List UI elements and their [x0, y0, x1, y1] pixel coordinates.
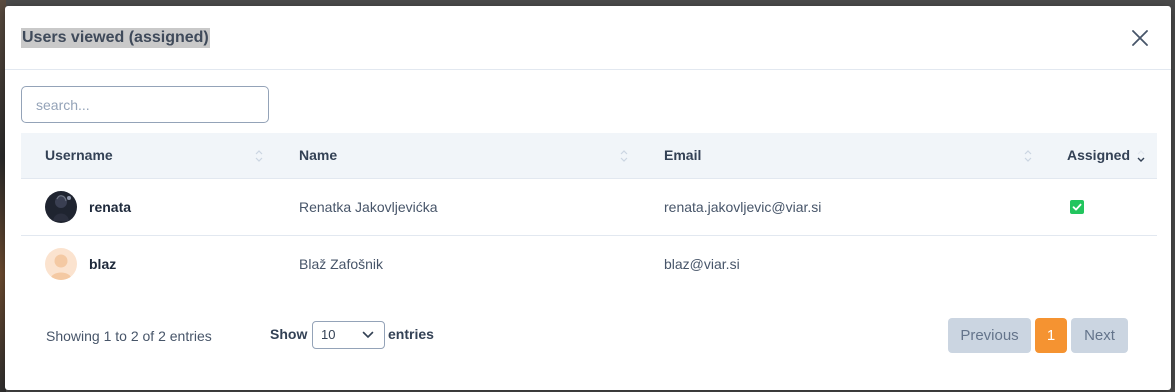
table-row[interactable]: blaz Blaž Zafošnik blaz@viar.si: [21, 236, 1157, 292]
column-header-email[interactable]: Email: [664, 133, 701, 178]
name-cell: Blaž Zafošnik: [299, 256, 384, 272]
column-header-name[interactable]: Name: [299, 133, 337, 178]
column-header-username[interactable]: Username: [45, 133, 113, 178]
table-row[interactable]: renata Renatka Jakovljevićka renata.jako…: [21, 179, 1157, 236]
chevron-down-icon: [362, 331, 374, 339]
username-cell: blaz: [89, 256, 117, 272]
email-cell: blaz@viar.si: [664, 256, 740, 272]
avatar: [45, 191, 77, 223]
next-page-button[interactable]: Next: [1071, 318, 1128, 353]
name-cell: Renatka Jakovljevićka: [299, 199, 438, 215]
column-header-assigned[interactable]: Assigned: [1067, 133, 1130, 178]
search-input[interactable]: [21, 86, 269, 123]
users-table: Username Name Email Assigned renata Rena…: [21, 133, 1157, 292]
avatar: [45, 248, 77, 280]
assigned-checkbox[interactable]: [1070, 200, 1084, 214]
username-cell: renata: [89, 199, 132, 215]
modal-title: Users viewed (assigned): [21, 28, 210, 48]
sort-icon[interactable]: [255, 149, 263, 163]
page-size-value: 10: [321, 327, 336, 342]
modal-header: Users viewed (assigned): [5, 6, 1171, 70]
sort-icon[interactable]: [1024, 149, 1032, 163]
previous-page-button[interactable]: Previous: [948, 318, 1031, 353]
close-icon[interactable]: [1129, 27, 1151, 49]
entries-info: Showing 1 to 2 of 2 entries: [46, 328, 212, 344]
email-cell: renata.jakovljevic@viar.si: [664, 199, 822, 215]
entries-label: entries: [388, 326, 434, 342]
show-label: Show: [270, 326, 308, 342]
table-header: Username Name Email Assigned: [21, 133, 1157, 179]
users-viewed-modal: Users viewed (assigned) Username Name Em…: [5, 6, 1171, 390]
page-1-button[interactable]: 1: [1035, 318, 1067, 353]
page-size-select[interactable]: 10: [312, 321, 385, 349]
sort-desc-icon[interactable]: [1137, 149, 1145, 163]
sort-icon[interactable]: [620, 149, 628, 163]
